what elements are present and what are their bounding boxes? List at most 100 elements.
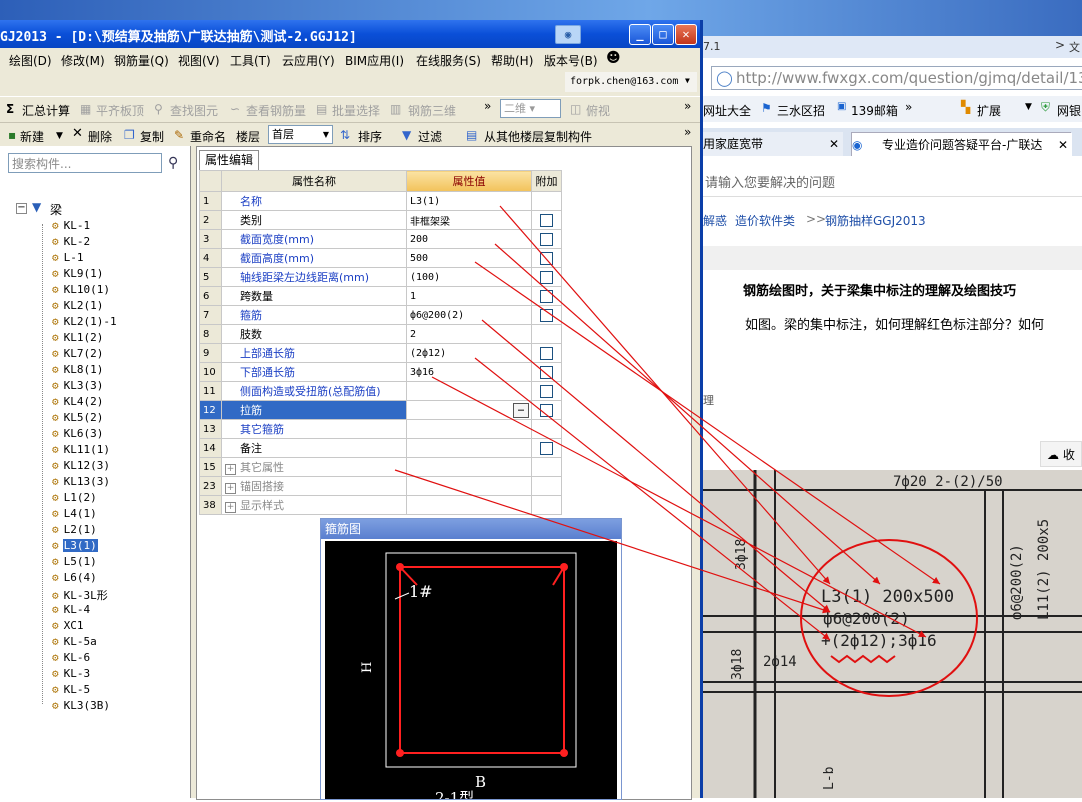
tree-item[interactable]: ⚙ XC1: [52, 619, 85, 635]
user-account[interactable]: forpk.chen@163.com ▼: [565, 72, 697, 92]
tree-item[interactable]: ⚙ KL1(2): [52, 331, 104, 347]
property-row[interactable]: 23 + 锚固搭接: [199, 476, 562, 496]
tree-item[interactable]: ⚙ KL10(1): [52, 283, 111, 299]
extra-checkbox[interactable]: [540, 365, 553, 379]
property-row[interactable]: 15 + 其它属性: [199, 457, 562, 477]
tree-item[interactable]: ⚙ KL13(3): [52, 475, 111, 491]
property-row[interactable]: 13 其它箍筋: [199, 419, 562, 439]
property-row[interactable]: 8 肢数 2: [199, 324, 562, 344]
property-row[interactable]: 38 + 显示样式: [199, 495, 562, 515]
copy-from-floor-button[interactable]: 从其他楼层复制构件: [484, 128, 592, 145]
tab-property-edit[interactable]: 属性编辑: [199, 150, 259, 170]
property-value[interactable]: …: [406, 400, 532, 420]
property-row[interactable]: 10 下部通长筋 3ф16: [199, 362, 562, 382]
tree-item[interactable]: ⚙ L-1: [52, 251, 85, 267]
property-value[interactable]: ф6@200(2): [406, 305, 532, 325]
ellipsis-button[interactable]: …: [513, 403, 529, 418]
property-value[interactable]: 非框架梁: [406, 210, 532, 230]
sort-button[interactable]: 排序: [358, 128, 382, 145]
property-row[interactable]: 6 跨数量 1: [199, 286, 562, 306]
tree-item[interactable]: ⚙ L6(4): [52, 571, 98, 587]
property-value[interactable]: 3ф16: [406, 362, 532, 382]
property-row[interactable]: 9 上部通长筋 (2ф12): [199, 343, 562, 363]
property-row[interactable]: 11 侧面构造或受扭筋(总配筋值): [199, 381, 562, 401]
tree-item[interactable]: ⚙ KL-2: [52, 235, 91, 251]
overflow-chevron-icon-2[interactable]: »: [684, 99, 691, 113]
extra-checkbox[interactable]: [540, 308, 553, 322]
property-value[interactable]: [406, 438, 532, 458]
tree-root-label[interactable]: 梁: [50, 201, 62, 218]
tree-item[interactable]: ⚙ KL4(2): [52, 395, 104, 411]
property-value[interactable]: (100): [406, 267, 532, 287]
crumb-2[interactable]: 造价软件类: [735, 212, 795, 229]
extra-checkbox[interactable]: [540, 232, 553, 246]
property-value[interactable]: L3(1): [406, 191, 532, 211]
tree-item[interactable]: ⚙ L3(1): [52, 539, 98, 555]
property-value[interactable]: 500: [406, 248, 532, 268]
menu-tools[interactable]: 工具(T): [230, 52, 271, 69]
flat-rebar-button[interactable]: 平齐板顶: [96, 102, 144, 119]
new-dropdown-icon[interactable]: ▼: [56, 131, 63, 141]
property-row[interactable]: 7 箍筋 ф6@200(2): [199, 305, 562, 325]
property-value[interactable]: [406, 381, 532, 401]
tree-item[interactable]: ⚙ KL11(1): [52, 443, 111, 459]
collapse-icon[interactable]: −: [16, 203, 27, 214]
property-value[interactable]: [406, 419, 532, 439]
property-value[interactable]: [406, 476, 532, 496]
maximize-button[interactable]: □: [652, 24, 674, 45]
tab-glodon-qa[interactable]: ◉ 专业造价问题答疑平台-广联达 ✕: [851, 132, 1072, 157]
view-angle-select[interactable]: 俯视: [586, 102, 610, 119]
extra-checkbox[interactable]: [540, 346, 553, 360]
site-search-input[interactable]: 请输入您要解决的问题: [703, 164, 1082, 197]
menu-rebar-quantity[interactable]: 钢筋量(Q): [114, 52, 169, 69]
address-bar[interactable]: ◯ http://www.fwxgx.com/question/gjmq/det…: [711, 66, 1082, 90]
chevron-down-icon[interactable]: ▼: [1025, 102, 1032, 112]
new-button[interactable]: 新建: [20, 128, 44, 145]
minimize-button[interactable]: _: [629, 24, 651, 45]
close-button[interactable]: ✕: [675, 24, 697, 45]
property-value[interactable]: 1: [406, 286, 532, 306]
tree-item[interactable]: ⚙ KL-6: [52, 651, 91, 667]
delete-button[interactable]: 删除: [88, 128, 112, 145]
tree-item[interactable]: ⚙ KL3(3B): [52, 699, 111, 715]
summary-calc-button[interactable]: 汇总计算: [22, 102, 70, 119]
property-value[interactable]: [406, 457, 532, 477]
crumb-1[interactable]: 解惑: [703, 212, 727, 229]
find-element-button[interactable]: 查找图元: [170, 102, 218, 119]
extra-checkbox[interactable]: [540, 289, 553, 303]
search-input[interactable]: 搜索构件...: [8, 153, 162, 173]
property-row[interactable]: 2 类别 非框架梁: [199, 210, 562, 230]
tree-item[interactable]: ⚙ KL9(1): [52, 267, 104, 283]
tree-item[interactable]: ⚙ L1(2): [52, 491, 98, 507]
property-row[interactable]: 4 截面高度(mm) 500: [199, 248, 562, 268]
overflow-chevron-icon[interactable]: »: [484, 99, 491, 113]
expand-icon[interactable]: +: [225, 502, 236, 513]
tree-item[interactable]: ⚙ KL-3L形: [52, 587, 109, 603]
user-avatar-icon[interactable]: ☻: [606, 50, 621, 66]
tree-item[interactable]: ⚙ KL2(1): [52, 299, 104, 315]
menu-bim[interactable]: BIM应用(I): [345, 52, 404, 69]
tree-item[interactable]: ⚙ KL-1: [52, 219, 91, 235]
property-value[interactable]: 2: [406, 324, 532, 344]
view-rebar-button[interactable]: 查看钢筋量: [246, 102, 306, 119]
extra-checkbox[interactable]: [540, 441, 553, 455]
extra-checkbox[interactable]: [540, 270, 553, 284]
title-bar[interactable]: GJ2013 - [D:\预结算及抽筋\广联达抽筋\测试-2.GGJ12] ◉ …: [0, 20, 700, 48]
rename-button[interactable]: 重命名: [190, 128, 226, 145]
bookmark-4[interactable]: 扩展: [977, 102, 1001, 119]
extra-checkbox[interactable]: [540, 251, 553, 265]
tree-item[interactable]: ⚙ KL-4: [52, 603, 91, 619]
crumb-3[interactable]: 钢筋抽样GGJ2013: [825, 212, 926, 229]
tree-item[interactable]: ⚙ KL3(3): [52, 379, 104, 395]
tree-item[interactable]: ⚙ KL7(2): [52, 347, 104, 363]
expand-icon[interactable]: +: [225, 483, 236, 494]
rebar-3d-button[interactable]: 钢筋三维: [408, 102, 456, 119]
property-value[interactable]: [406, 495, 532, 515]
bookmark-5[interactable]: 网银: [1057, 102, 1081, 119]
bookmark-3[interactable]: 139邮箱: [851, 102, 898, 119]
menu-modify[interactable]: 修改(M): [61, 52, 105, 69]
filter-button[interactable]: 过滤: [418, 128, 442, 145]
copy-button[interactable]: 复制: [140, 128, 164, 145]
property-value[interactable]: 200: [406, 229, 532, 249]
batch-select-button[interactable]: 批量选择: [332, 102, 380, 119]
